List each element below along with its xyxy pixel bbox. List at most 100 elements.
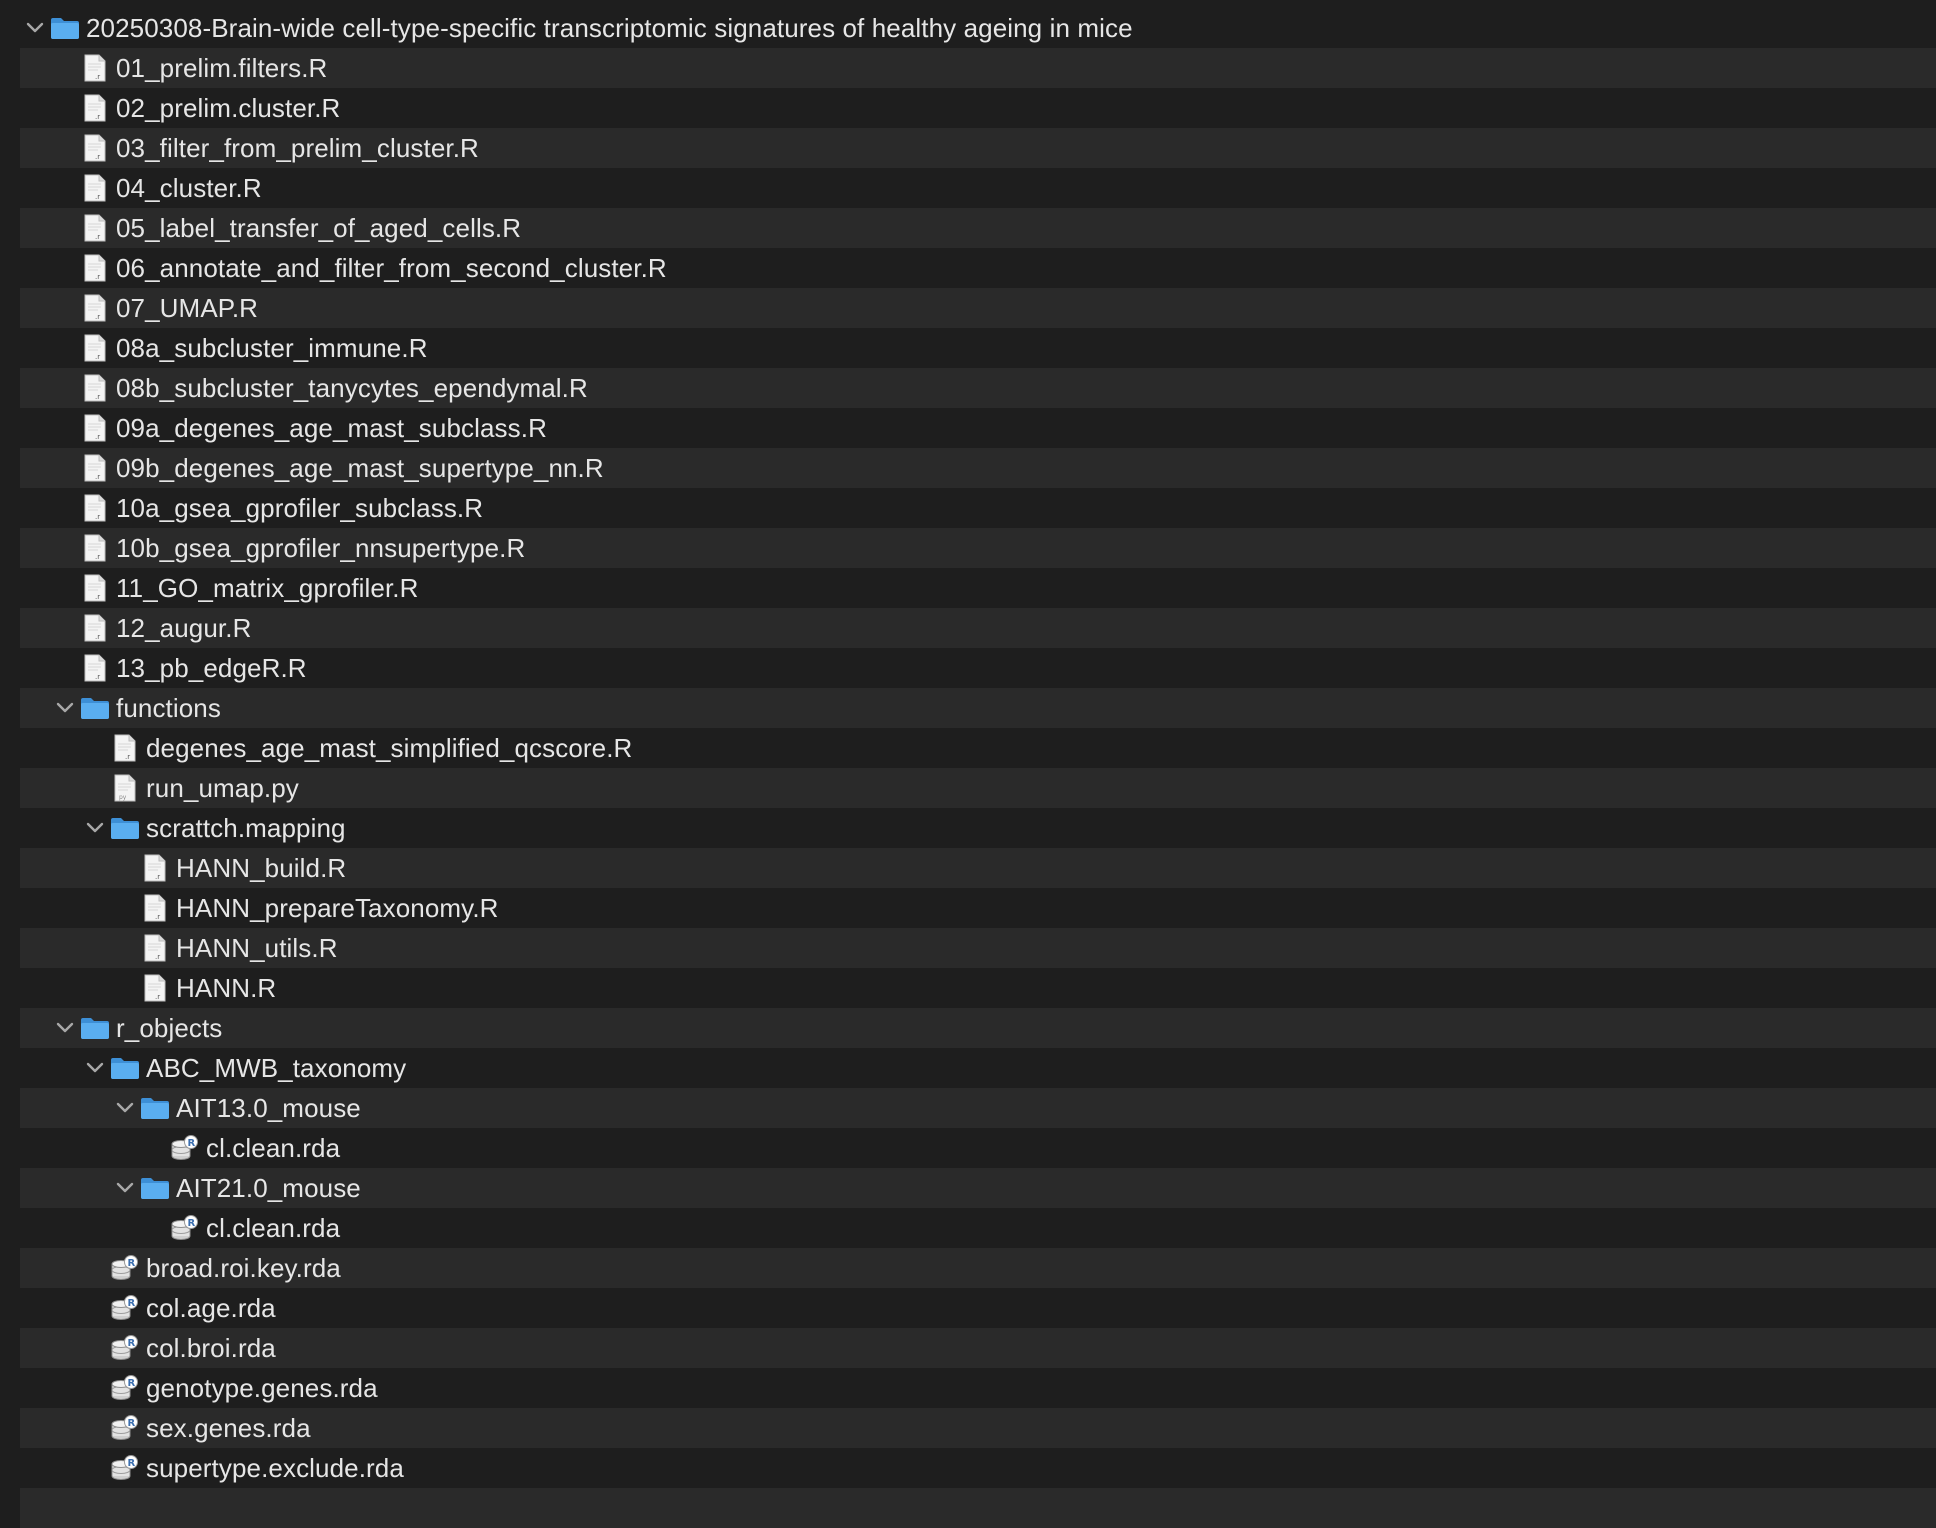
r-script-file-icon: .r [80,208,110,248]
r-script-file-icon: .r [80,88,110,128]
tree-file-row[interactable]: .r 06_annotate_and_filter_from_second_clu… [20,248,1936,288]
tree-file-row[interactable]: .r HANN_prepareTaxonomy.R [20,888,1936,928]
svg-text:.r: .r [95,193,100,201]
svg-text:R: R [128,1298,136,1309]
tree-file-row[interactable]: .r 10b_gsea_gprofiler_nnsupertype.R [20,528,1936,568]
tree-file-row[interactable]: Rgenotype.genes.rda [20,1368,1936,1408]
tree-item-label: 11_GO_matrix_gprofiler.R [116,573,419,603]
r-data-file-icon: R [170,1128,200,1168]
tree-item-label: 02_prelim.cluster.R [116,93,341,123]
svg-text:.r: .r [95,433,100,441]
svg-text:.r: .r [95,473,100,481]
tree-folder-row[interactable]: AIT13.0_mouse [20,1088,1936,1128]
chevron-down-icon[interactable] [80,1048,110,1088]
tree-item-label: 08a_subcluster_immune.R [116,333,428,363]
r-script-file-icon: .r [80,648,110,688]
chevron-down-icon[interactable] [20,8,50,48]
tree-file-row[interactable]: .r HANN_build.R [20,848,1936,888]
chevron-down-icon[interactable] [50,1008,80,1048]
r-data-file-icon: R [110,1448,140,1488]
r-script-file-icon: .r [80,448,110,488]
r-script-file-icon: .r [80,568,110,608]
tree-file-row[interactable]: Rcl.clean.rda [20,1128,1936,1168]
tree-file-row[interactable]: .r 08a_subcluster_immune.R [20,328,1936,368]
tree-file-row[interactable]: Rbroad.roi.key.rda [20,1248,1936,1288]
tree-folder-row[interactable]: ABC_MWB_taxonomy [20,1048,1936,1088]
tree-file-row[interactable]: .r 10a_gsea_gprofiler_subclass.R [20,488,1936,528]
tree-item-label: 10a_gsea_gprofiler_subclass.R [116,493,484,523]
tree-file-row[interactable]: .r 04_cluster.R [20,168,1936,208]
tree-folder-row[interactable]: r_objects [20,1008,1936,1048]
svg-text:.r: .r [95,153,100,161]
tree-file-row[interactable]: .r degenes_age_mast_simplified_qcscore.R [20,728,1936,768]
tree-file-row[interactable]: .r 03_filter_from_prelim_cluster.R [20,128,1936,168]
tree-file-row[interactable]: .r 08b_subcluster_tanycytes_ependymal.R [20,368,1936,408]
svg-text:.r: .r [95,273,100,281]
svg-text:R: R [128,1458,136,1469]
svg-text:R: R [128,1378,136,1389]
chevron-down-icon[interactable] [50,688,80,728]
svg-text:.r: .r [95,553,100,561]
tree-item-label: supertype.exclude.rda [146,1453,404,1483]
tree-file-row[interactable]: .r 07_UMAP.R [20,288,1936,328]
tree-item-label: 05_label_transfer_of_aged_cells.R [116,213,522,243]
r-script-file-icon: .r [80,528,110,568]
svg-text:.r: .r [95,73,100,81]
tree-file-row[interactable]: Rsupertype.exclude.rda [20,1448,1936,1488]
chevron-down-icon[interactable] [110,1088,140,1128]
tree-file-row[interactable]: .r 11_GO_matrix_gprofiler.R [20,568,1936,608]
chevron-down-icon[interactable] [110,1168,140,1208]
tree-folder-row[interactable]: 20250308-Brain-wide cell-type-specific t… [20,8,1936,48]
tree-file-row[interactable]: .r HANN.R [20,968,1936,1008]
tree-item-label: cl.clean.rda [206,1133,341,1163]
tree-file-row[interactable]: .r 05_label_transfer_of_aged_cells.R [20,208,1936,248]
tree-item-label: 08b_subcluster_tanycytes_ependymal.R [116,373,588,403]
r-data-file-icon: R [170,1208,200,1248]
tree-item-label: 06_annotate_and_filter_from_second_clust… [116,253,667,283]
tree-item-label: broad.roi.key.rda [146,1253,341,1283]
svg-text:.r: .r [125,753,130,761]
tree-file-row[interactable]: .r 13_pb_edgeR.R [20,648,1936,688]
r-script-file-icon: .r [80,128,110,168]
tree-file-row[interactable]: Rcl.clean.rda [20,1208,1936,1248]
tree-file-row[interactable]: Rcol.age.rda [20,1288,1936,1328]
tree-file-row[interactable]: Rsex.genes.rda [20,1408,1936,1448]
folder-icon [80,1008,110,1048]
chevron-down-icon[interactable] [80,808,110,848]
tree-folder-row[interactable]: scrattch.mapping [20,808,1936,848]
svg-text:.r: .r [95,313,100,321]
tree-file-row[interactable]: .r 12_augur.R [20,608,1936,648]
r-data-file-icon: R [110,1248,140,1288]
tree-item-label: cl.clean.rda [206,1213,341,1243]
tree-item-label: AIT13.0_mouse [176,1093,361,1123]
tree-file-row[interactable]: .r 01_prelim.filters.R [20,48,1936,88]
tree-file-row[interactable]: py run_umap.py [20,768,1936,808]
tree-file-row[interactable]: .r HANN_utils.R [20,928,1936,968]
tree-item-label: 07_UMAP.R [116,293,259,323]
tree-item-label: AIT21.0_mouse [176,1173,361,1203]
svg-text:.r: .r [155,953,160,961]
tree-folder-row[interactable]: functions [20,688,1936,728]
tree-item-label: run_umap.py [146,773,299,803]
tree-folder-row[interactable]: AIT21.0_mouse [20,1168,1936,1208]
tree-file-row[interactable]: .r 02_prelim.cluster.R [20,88,1936,128]
tree-file-row[interactable]: .r 09b_degenes_age_mast_supertype_nn.R [20,448,1936,488]
tree-file-row[interactable]: .r 09a_degenes_age_mast_subclass.R [20,408,1936,448]
tree-file-row[interactable]: Rcol.broi.rda [20,1328,1936,1368]
svg-text:.r: .r [95,113,100,121]
tree-empty-row [20,1488,1936,1528]
r-script-file-icon: .r [80,408,110,448]
r-script-file-icon: .r [80,248,110,288]
